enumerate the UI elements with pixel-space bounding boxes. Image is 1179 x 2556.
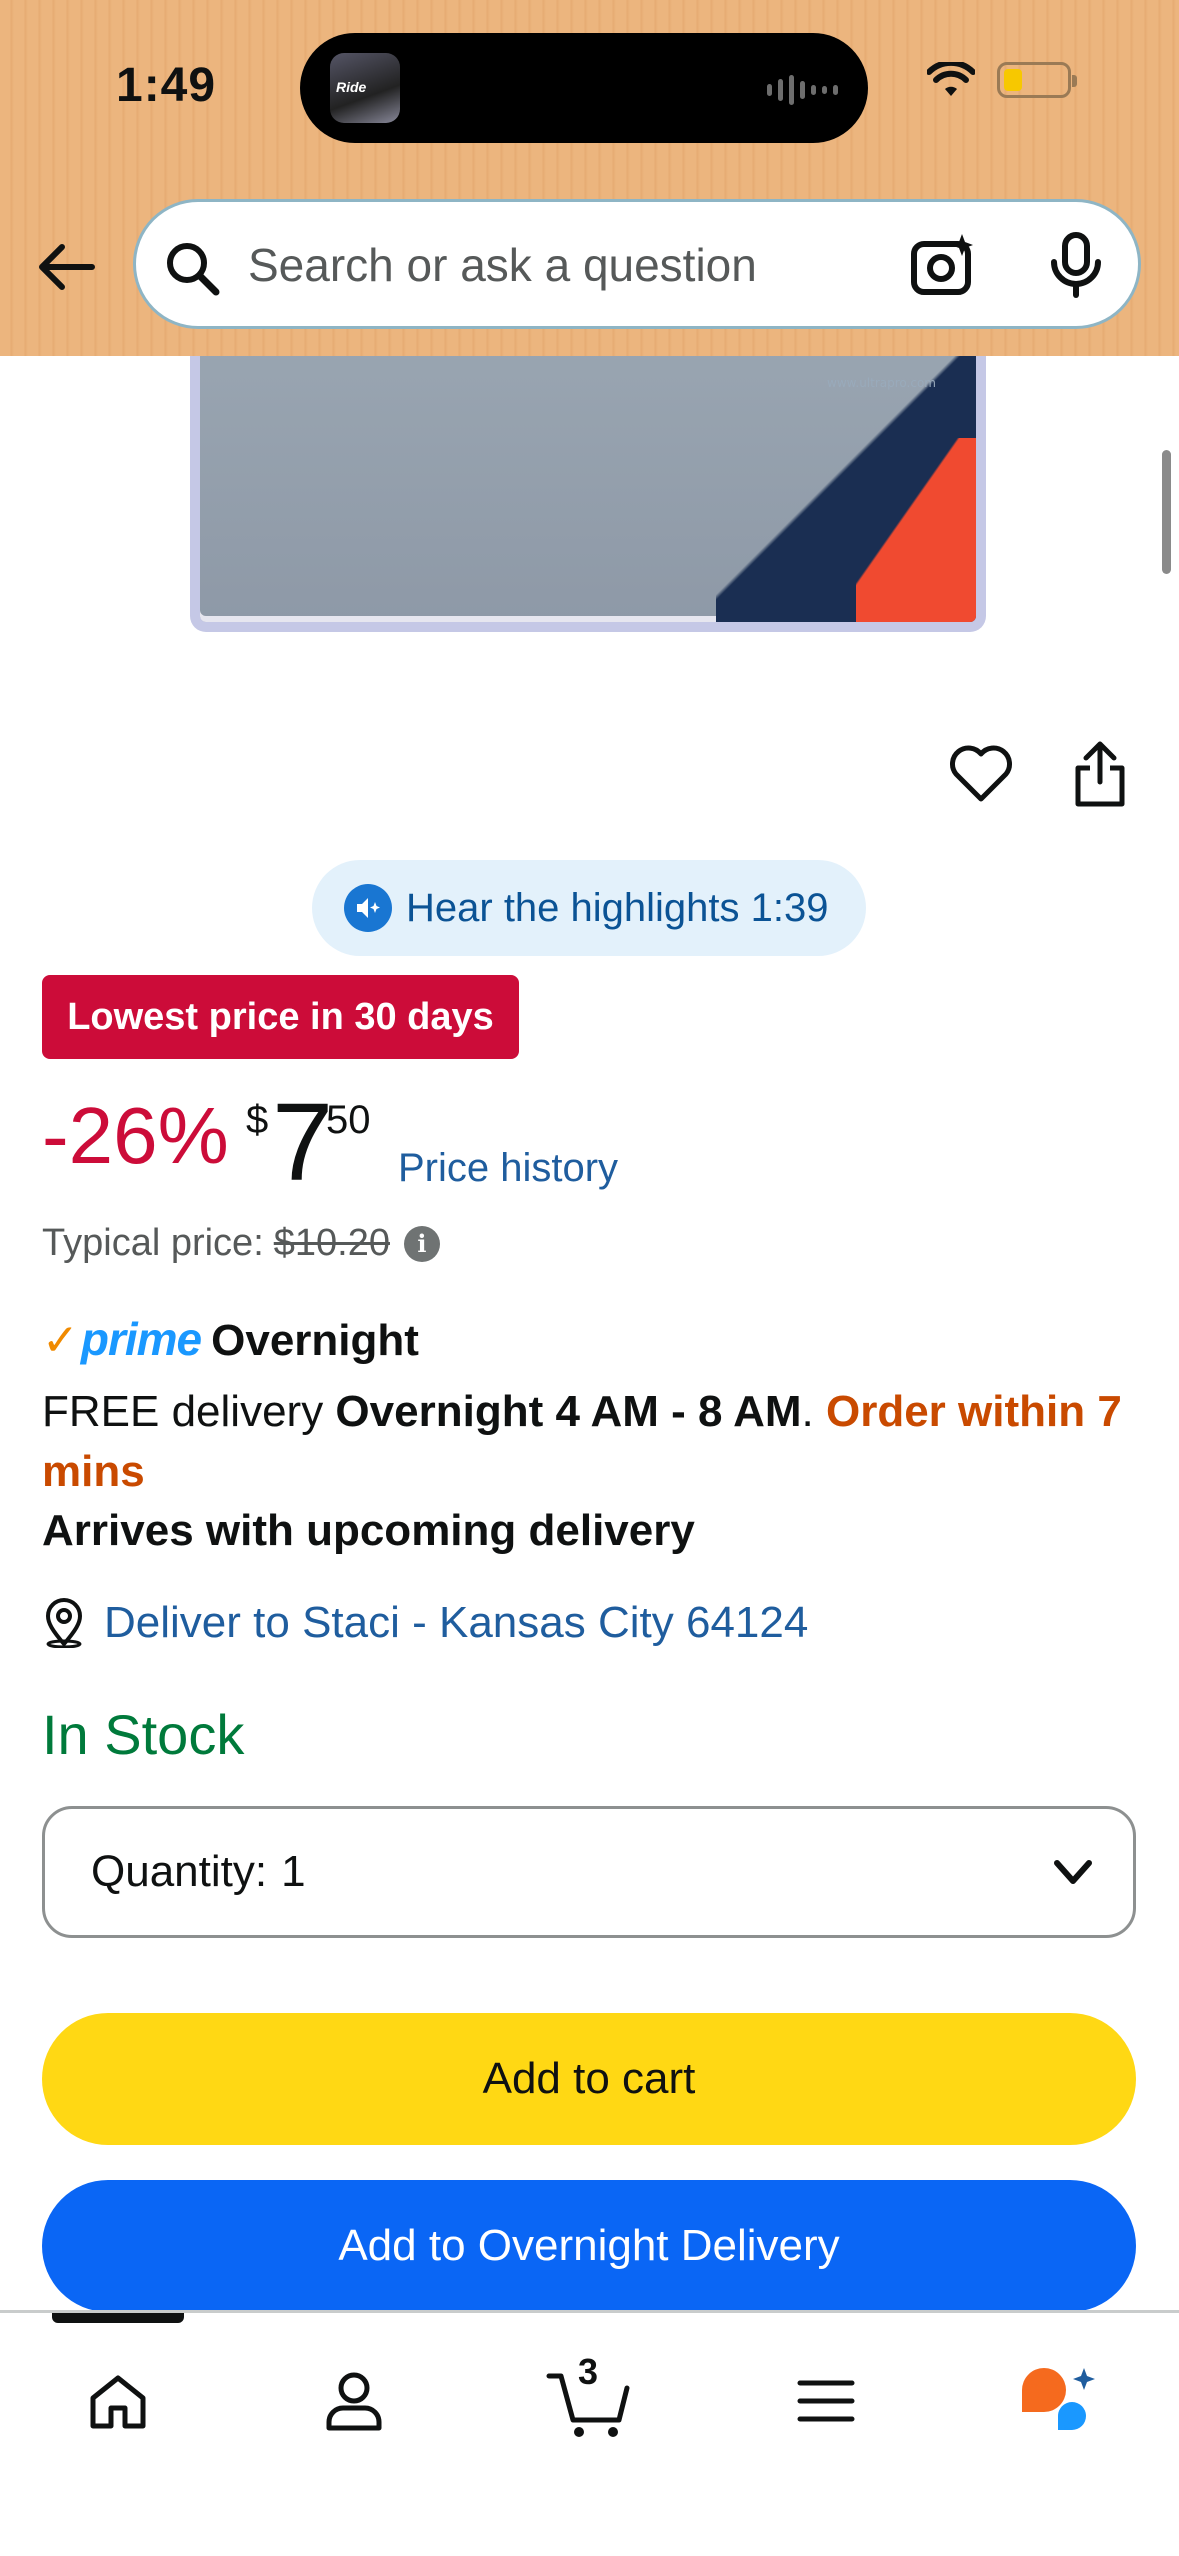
deliver-to-link[interactable]: Deliver to Staci - Kansas City 64124 [42,1598,808,1648]
nav-menu[interactable] [766,2351,886,2451]
scrollbar[interactable] [1162,450,1171,574]
delivery-period: . [801,1387,826,1436]
price-history-link[interactable]: Price history [398,1146,618,1191]
prime-check-icon: ✓ [42,1316,79,1365]
menu-icon [797,2380,855,2422]
product-image[interactable]: www.ultrapro.com [190,320,986,632]
hear-highlights-label: Hear the highlights 1:39 [406,885,829,930]
heart-icon[interactable] [948,742,1014,804]
product-image-accent [856,438,976,622]
search-bar[interactable] [133,199,1141,329]
delivery-window: Overnight 4 AM - 8 AM [335,1387,802,1436]
arrow-left-icon [39,244,95,290]
dynamic-island[interactable]: Ride [300,33,868,143]
add-to-cart-button[interactable]: Add to cart [42,2013,1136,2145]
search-input[interactable] [248,234,888,296]
arrives-note: Arrives with upcoming delivery [42,1506,695,1555]
typical-price-value: $10.20 [273,1222,390,1264]
product-image-url-text: www.ultrapro.com [827,376,936,390]
search-icon [167,243,220,296]
header: 1:49 Ride [0,0,1179,356]
delivery-free-prefix: FREE delivery [42,1387,336,1436]
share-icon[interactable] [1072,740,1128,808]
discount-percent: -26% [42,1091,229,1180]
home-icon [90,2375,146,2429]
rufus-assistant-icon [1022,2368,1095,2430]
now-playing-thumb-text: Ride [336,79,367,95]
audio-sparkle-icon [344,884,392,932]
wifi-icon [927,62,975,96]
quantity-select[interactable]: Quantity: 1 [42,1806,1136,1938]
status-icons [927,62,1077,98]
delivery-message: FREE delivery Overnight 4 AM - 8 AM. Ord… [42,1382,1142,1502]
price-whole: 7 [272,1081,334,1204]
prime-service: Overnight [211,1316,419,1365]
account-icon [326,2372,382,2431]
hear-highlights-button[interactable]: Hear the highlights 1:39 [312,860,866,956]
prime-logo: prime [80,1313,202,1365]
nav-rufus[interactable] [1000,2351,1120,2451]
now-playing-thumbnail: Ride [330,53,400,123]
cart-count-badge: 3 [578,2351,599,2392]
nav-account[interactable] [294,2351,414,2451]
back-button[interactable] [34,235,98,299]
bottom-nav: 3 [0,2310,1179,2556]
add-to-overnight-button[interactable]: Add to Overnight Delivery [42,2180,1136,2312]
quantity-label: Quantity: [91,1847,268,1896]
stock-status: In Stock [42,1703,245,1766]
quantity-value: 1 [281,1847,306,1896]
nav-cart[interactable]: 3 [530,2351,650,2451]
camera-lens-icon[interactable] [910,232,976,298]
prime-overnight-badge: ✓ prime Overnight [42,1312,419,1366]
deal-badge: Lowest price in 30 days [42,975,519,1059]
active-tab-indicator [52,2313,184,2323]
price-fraction: 50 [326,1098,371,1142]
microphone-icon[interactable] [1048,232,1104,298]
price-currency: $ [246,1098,269,1142]
status-time: 1:49 [116,59,217,112]
deliver-to-label: Deliver to Staci - Kansas City 64124 [104,1598,809,1647]
nav-home[interactable] [58,2351,178,2451]
typical-price: Typical price: $10.20 i [42,1222,440,1265]
audio-wave-icon [767,75,838,105]
location-pin-icon [45,1598,83,1648]
chevron-down-icon [1054,1860,1092,1884]
typical-price-label: Typical price: [42,1222,264,1264]
info-icon[interactable]: i [403,1225,440,1262]
battery-icon [997,62,1077,98]
